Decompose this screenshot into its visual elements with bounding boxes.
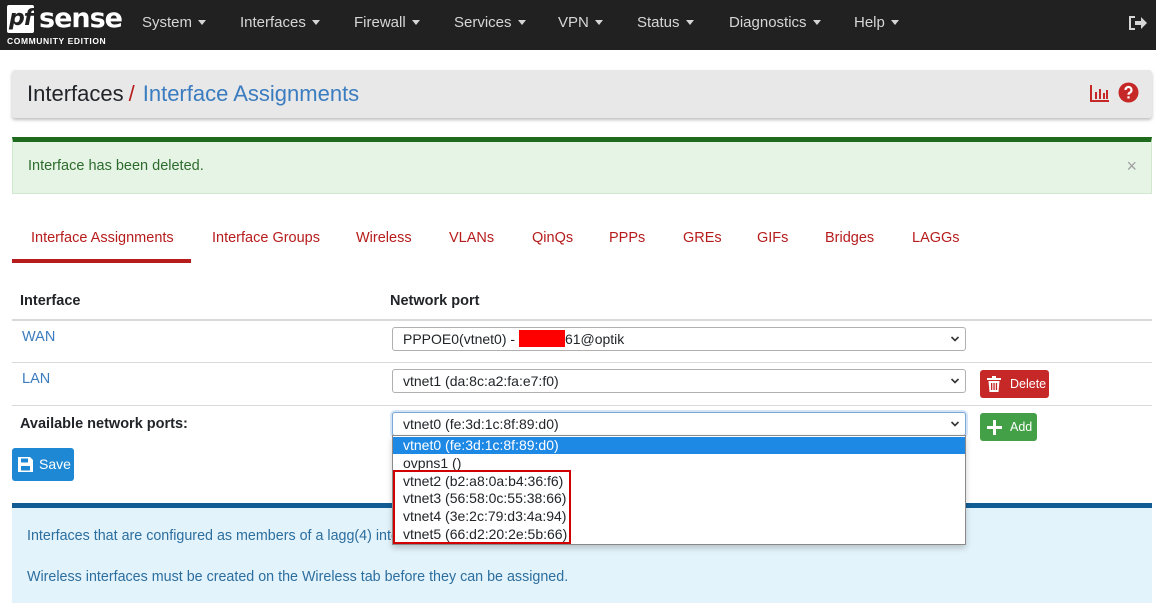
row-divider <box>12 362 1152 363</box>
column-header-interface: Interface <box>20 293 81 309</box>
delete-button[interactable]: Delete <box>980 370 1049 398</box>
tab-ppps[interactable]: PPPs <box>609 222 645 262</box>
page-header: Interfaces / Interface Assignments <box>12 70 1152 118</box>
available-ports-select[interactable]: vtnet0 (fe:3d:1c:8f:89:d0) <box>392 412 966 436</box>
caret-down-icon <box>812 20 821 25</box>
breadcrumb-root[interactable]: Interfaces <box>27 81 124 106</box>
available-ports-dropdown: vtnet0 (fe:3d:1c:8f:89:d0) ovpns1 () vtn… <box>392 435 966 545</box>
nav-label: Status <box>637 14 680 31</box>
nav-label: Diagnostics <box>729 14 807 31</box>
nav-menu-system[interactable]: System <box>142 0 207 50</box>
tab-qinqs[interactable]: QinQs <box>532 222 573 262</box>
nav-label: Help <box>854 14 885 31</box>
column-header-network-port: Network port <box>390 293 480 309</box>
breadcrumb-current[interactable]: Interface Assignments <box>143 81 359 106</box>
bar-chart-icon[interactable] <box>1090 83 1110 106</box>
chevron-down-icon <box>951 378 959 384</box>
tab-bridges[interactable]: Bridges <box>825 222 874 262</box>
tab-interface-assignments[interactable]: Interface Assignments <box>31 222 174 262</box>
available-ports-label: Available network ports: <box>20 416 188 432</box>
success-alert: Interface has been deleted. × <box>12 137 1152 194</box>
save-button-label: Save <box>39 456 71 472</box>
caret-down-icon <box>517 20 526 25</box>
tab-laggs[interactable]: LAGGs <box>912 222 960 262</box>
tab-vlans[interactable]: VLANs <box>449 222 494 262</box>
nav-menu-diagnostics[interactable]: Diagnostics <box>729 0 821 50</box>
caret-down-icon <box>198 20 207 25</box>
lan-port-select[interactable]: vtnet1 (da:8c:a2:fa:e7:f0) <box>392 369 966 393</box>
pfsense-logo[interactable]: pf sense COMMUNITY EDITION <box>7 4 123 47</box>
trash-icon <box>987 376 1001 392</box>
caret-down-icon <box>594 20 603 25</box>
tab-wireless[interactable]: Wireless <box>356 222 412 262</box>
caret-down-icon <box>685 20 694 25</box>
interface-link-lan[interactable]: LAN <box>22 371 50 387</box>
plus-icon <box>987 420 1002 435</box>
nav-label: Interfaces <box>240 14 306 31</box>
dropdown-option-vtnet3[interactable]: vtnet3 (56:58:0c:55:38:66) <box>393 490 965 507</box>
dropdown-option-vtnet0[interactable]: vtnet0 (fe:3d:1c:8f:89:d0) <box>393 437 965 454</box>
redacted-block <box>518 330 565 347</box>
delete-button-label: Delete <box>1010 377 1047 391</box>
info-text-lagg: Interfaces that are configured as member… <box>27 528 399 544</box>
top-navbar: pf sense COMMUNITY EDITION System Interf… <box>0 0 1156 50</box>
select-value-prefix: PPPOE0(vtnet0) - <box>403 331 519 347</box>
dropdown-option-ovpns1[interactable]: ovpns1 () <box>393 455 965 472</box>
table-header-divider <box>12 319 1152 321</box>
add-button[interactable]: Add <box>980 413 1037 441</box>
active-tab-indicator <box>12 259 191 263</box>
nav-menu-firewall[interactable]: Firewall <box>354 0 420 50</box>
nav-label: VPN <box>558 14 589 31</box>
nav-menu-services[interactable]: Services <box>454 0 526 50</box>
save-icon <box>18 457 33 472</box>
nav-label: Services <box>454 14 512 31</box>
close-icon[interactable]: × <box>1126 156 1137 177</box>
save-button[interactable]: Save <box>12 448 74 481</box>
nav-label: Firewall <box>354 14 406 31</box>
caret-down-icon <box>890 20 899 25</box>
caret-down-icon <box>411 20 420 25</box>
chevron-down-icon <box>951 421 959 427</box>
sign-out-icon[interactable] <box>1128 14 1148 32</box>
interface-link-wan[interactable]: WAN <box>22 329 55 345</box>
nav-label: System <box>142 14 193 31</box>
breadcrumb: Interfaces / Interface Assignments <box>27 79 359 109</box>
logo-edition-text: COMMUNITY EDITION <box>7 36 107 46</box>
info-text-wireless: Wireless interfaces must be created on t… <box>27 569 569 585</box>
question-circle-icon[interactable] <box>1118 82 1139 106</box>
caret-down-icon <box>311 20 320 25</box>
dropdown-option-vtnet5[interactable]: vtnet5 (66:d2:20:2e:5b:66) <box>393 526 965 543</box>
wan-port-select[interactable]: PPPOE0(vtnet0) - 61@optik <box>392 327 966 351</box>
tab-interface-groups[interactable]: Interface Groups <box>212 222 320 262</box>
select-value: vtnet0 (fe:3d:1c:8f:89:d0) <box>403 416 559 432</box>
tab-gifs[interactable]: GIFs <box>757 222 788 262</box>
row-divider <box>12 405 1152 406</box>
nav-menu-help[interactable]: Help <box>854 0 899 50</box>
select-value: vtnet1 (da:8c:a2:fa:e7:f0) <box>403 373 559 389</box>
nav-menu-status[interactable]: Status <box>637 0 694 50</box>
chevron-down-icon <box>951 336 959 342</box>
dropdown-option-vtnet4[interactable]: vtnet4 (3e:2c:79:d3:4a:94) <box>393 508 965 525</box>
alert-message: Interface has been deleted. <box>28 158 204 174</box>
dropdown-option-vtnet2[interactable]: vtnet2 (b2:a8:0a:b4:36:f6) <box>393 473 965 490</box>
logo-sense-text: sense <box>39 3 123 34</box>
tab-gres[interactable]: GREs <box>683 222 722 262</box>
add-button-label: Add <box>1010 420 1033 434</box>
select-value-suffix: 61@optik <box>564 331 625 347</box>
nav-menu-interfaces[interactable]: Interfaces <box>240 0 320 50</box>
logo-pf-badge: pf <box>7 5 35 33</box>
nav-menu-vpn[interactable]: VPN <box>558 0 603 50</box>
breadcrumb-separator: / <box>128 81 135 106</box>
